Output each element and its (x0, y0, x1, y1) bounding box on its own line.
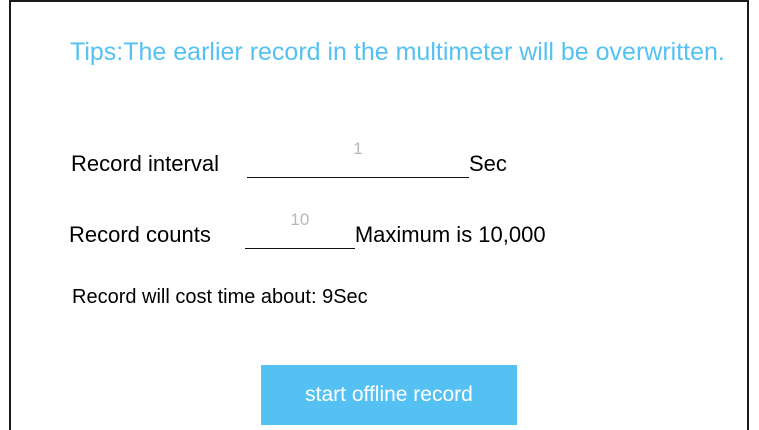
record-counts-field[interactable] (244, 210, 355, 249)
record-counts-input[interactable] (244, 210, 355, 230)
record-counts-row: Record counts Maximum is 10,000 (69, 209, 546, 249)
start-offline-record-button[interactable]: start offline record (261, 365, 517, 425)
record-counts-label: Record counts (69, 222, 211, 247)
record-interval-field[interactable] (246, 139, 469, 178)
record-interval-row: Record interval Sec (71, 138, 507, 178)
record-interval-label: Record interval (71, 151, 219, 176)
record-interval-input[interactable] (246, 139, 469, 159)
record-time-estimate: Record will cost time about: 9Sec (72, 286, 368, 308)
tips-message: Tips:The earlier record in the multimete… (70, 38, 725, 66)
record-counts-max-note: Maximum is 10,000 (354, 222, 546, 247)
record-interval-unit: Sec (468, 151, 507, 176)
